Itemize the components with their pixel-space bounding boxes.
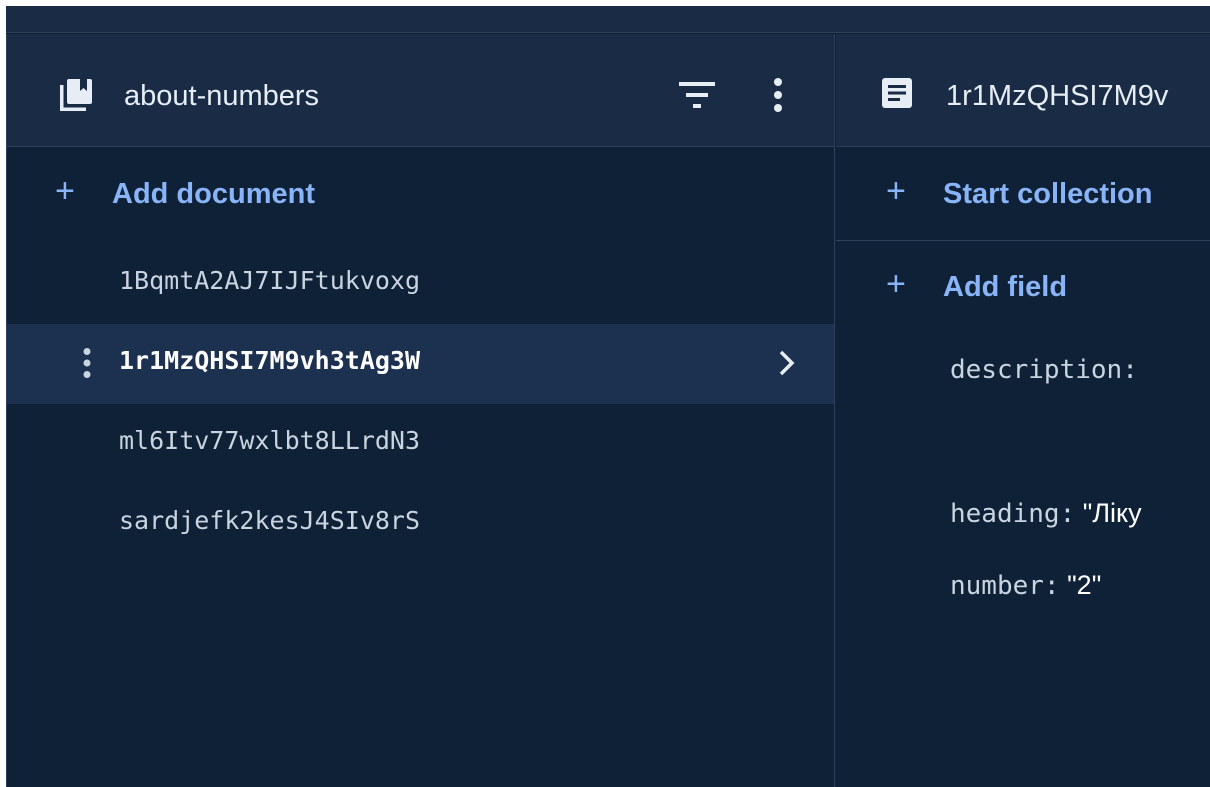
- add-field-button[interactable]: + Add field: [836, 241, 1210, 333]
- top-strip: [6, 6, 1210, 33]
- field-colon: :: [1059, 499, 1076, 529]
- field-value: "Ліку: [1082, 498, 1142, 528]
- field-value: "2": [1067, 570, 1102, 600]
- filter-icon[interactable]: [679, 82, 715, 113]
- add-document-button[interactable]: + Add document: [7, 148, 834, 240]
- document-id: 1r1MzQHSI7M9vh3tAg3W: [119, 346, 421, 375]
- document-list-item[interactable]: 1BqmtA2AJ7IJFtukvoxg: [7, 244, 834, 324]
- firestore-viewer: about-numbers + Add document 1BqmtA2AJ7I…: [6, 6, 1210, 787]
- document-header: 1r1MzQHSI7M9v: [836, 34, 1210, 147]
- field-colon: :: [1122, 355, 1138, 385]
- document-list-item-selected[interactable]: 1r1MzQHSI7M9vh3tAg3W: [7, 324, 834, 404]
- field-row-number[interactable]: number: "2": [950, 570, 1101, 601]
- start-collection-button[interactable]: + Start collection: [836, 148, 1210, 240]
- document-list-item[interactable]: sardjefk2kesJ4SIv8rS: [7, 484, 834, 564]
- plus-icon: +: [886, 265, 906, 303]
- document-list-item[interactable]: ml6Itv77wxlbt8LLrdN3: [7, 404, 834, 484]
- chevron-right-icon: [779, 350, 795, 381]
- collection-header: about-numbers: [7, 34, 834, 147]
- more-vert-icon[interactable]: [773, 78, 783, 117]
- field-key: heading: [950, 499, 1060, 529]
- document-id: ml6Itv77wxlbt8LLrdN3: [119, 426, 421, 455]
- collection-title: about-numbers: [124, 80, 320, 112]
- document-id: sardjefk2kesJ4SIv8rS: [119, 506, 421, 535]
- collection-icon: [59, 78, 93, 117]
- more-vert-icon[interactable]: [83, 348, 91, 383]
- field-key: description: [950, 355, 1123, 385]
- collection-panel: about-numbers + Add document 1BqmtA2AJ7I…: [6, 34, 835, 787]
- add-field-label: Add field: [943, 271, 1068, 303]
- field-key: number: [950, 571, 1044, 601]
- document-panel: 1r1MzQHSI7M9v + Start collection + Add f…: [836, 34, 1210, 787]
- field-row-description[interactable]: description:: [950, 354, 1138, 385]
- document-id: 1BqmtA2AJ7IJFtukvoxg: [119, 266, 421, 295]
- plus-icon: +: [886, 172, 906, 210]
- start-collection-label: Start collection: [943, 178, 1153, 210]
- document-icon: [882, 78, 912, 113]
- plus-icon: +: [55, 172, 75, 210]
- field-colon: :: [1043, 571, 1060, 601]
- document-title: 1r1MzQHSI7M9v: [946, 80, 1169, 112]
- field-row-heading[interactable]: heading: "Ліку: [950, 498, 1142, 529]
- add-document-label: Add document: [112, 178, 315, 210]
